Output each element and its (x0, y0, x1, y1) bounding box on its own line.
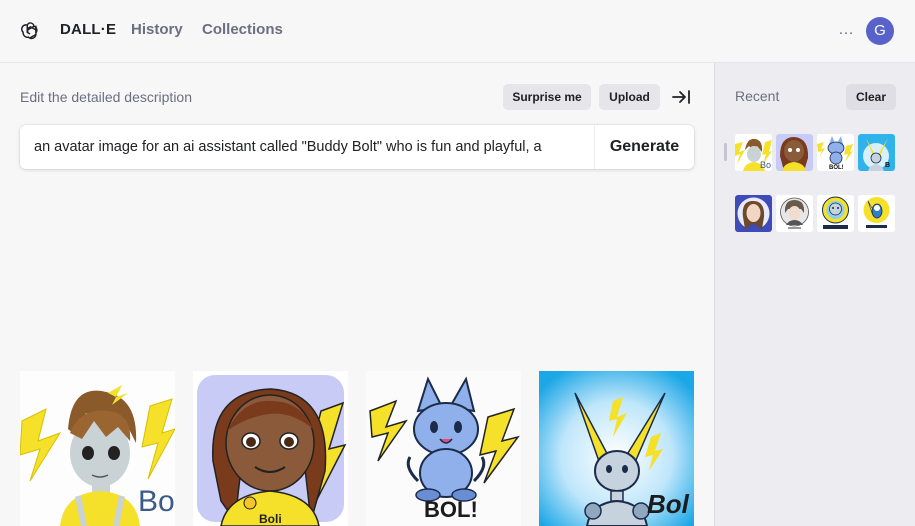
more-options-icon[interactable]: … (838, 22, 858, 38)
surprise-me-button[interactable]: Surprise me (503, 84, 591, 110)
avatar[interactable]: G (866, 17, 894, 45)
description-label: Edit the detailed description (20, 89, 192, 105)
svg-text:BOL!: BOL! (829, 165, 844, 171)
recent-thumb-6[interactable] (776, 195, 813, 232)
svg-text:B: B (885, 162, 890, 169)
result-image-3[interactable]: BOL! (366, 371, 521, 526)
openai-logo-icon[interactable] (19, 20, 41, 42)
result-1-caption: Bot (138, 485, 175, 518)
generate-button[interactable]: Generate (595, 125, 694, 169)
blue-cat-image: BOL! (366, 371, 521, 526)
recent-thumb-2[interactable] (776, 134, 813, 171)
recent-thumb-1[interactable]: Bo (735, 134, 772, 171)
prompt-input[interactable]: an avatar image for an ai assistant call… (20, 125, 595, 169)
result-2-caption: Boli (259, 512, 282, 526)
recent-sidebar: Recent Clear Bo BOL! B (714, 63, 915, 526)
collapse-sidebar-icon[interactable] (671, 87, 691, 107)
recent-thumb-5[interactable] (735, 195, 772, 232)
lightning-boy-image: Bot (20, 371, 175, 526)
clear-button[interactable]: Clear (846, 84, 896, 110)
top-bar: DALL·E History Collections … G (0, 0, 915, 63)
result-3-caption: BOL! (424, 497, 478, 522)
recent-thumb-8[interactable] (858, 195, 895, 232)
nav-history[interactable]: History (131, 21, 183, 38)
recent-thumb-4[interactable]: B (858, 134, 895, 171)
prompt-box: an avatar image for an ai assistant call… (20, 125, 694, 169)
recent-thumb-3[interactable]: BOL! (817, 134, 854, 171)
recent-scrollbar[interactable] (724, 143, 727, 161)
recent-thumb-7[interactable] (817, 195, 854, 232)
result-image-1[interactable]: Bot (20, 371, 175, 526)
result-4-caption: Bol (647, 489, 690, 519)
robot-lightning-image: Bol (539, 371, 694, 526)
svg-text:Bo: Bo (760, 160, 771, 170)
nav-collections[interactable]: Collections (202, 21, 283, 38)
girl-lightning-image: Boli (193, 371, 348, 526)
upload-button[interactable]: Upload (599, 84, 660, 110)
result-image-4[interactable]: Bol (539, 371, 694, 526)
result-image-2[interactable]: Boli (193, 371, 348, 526)
recent-title: Recent (735, 88, 780, 104)
brand-title[interactable]: DALL·E (60, 21, 116, 38)
